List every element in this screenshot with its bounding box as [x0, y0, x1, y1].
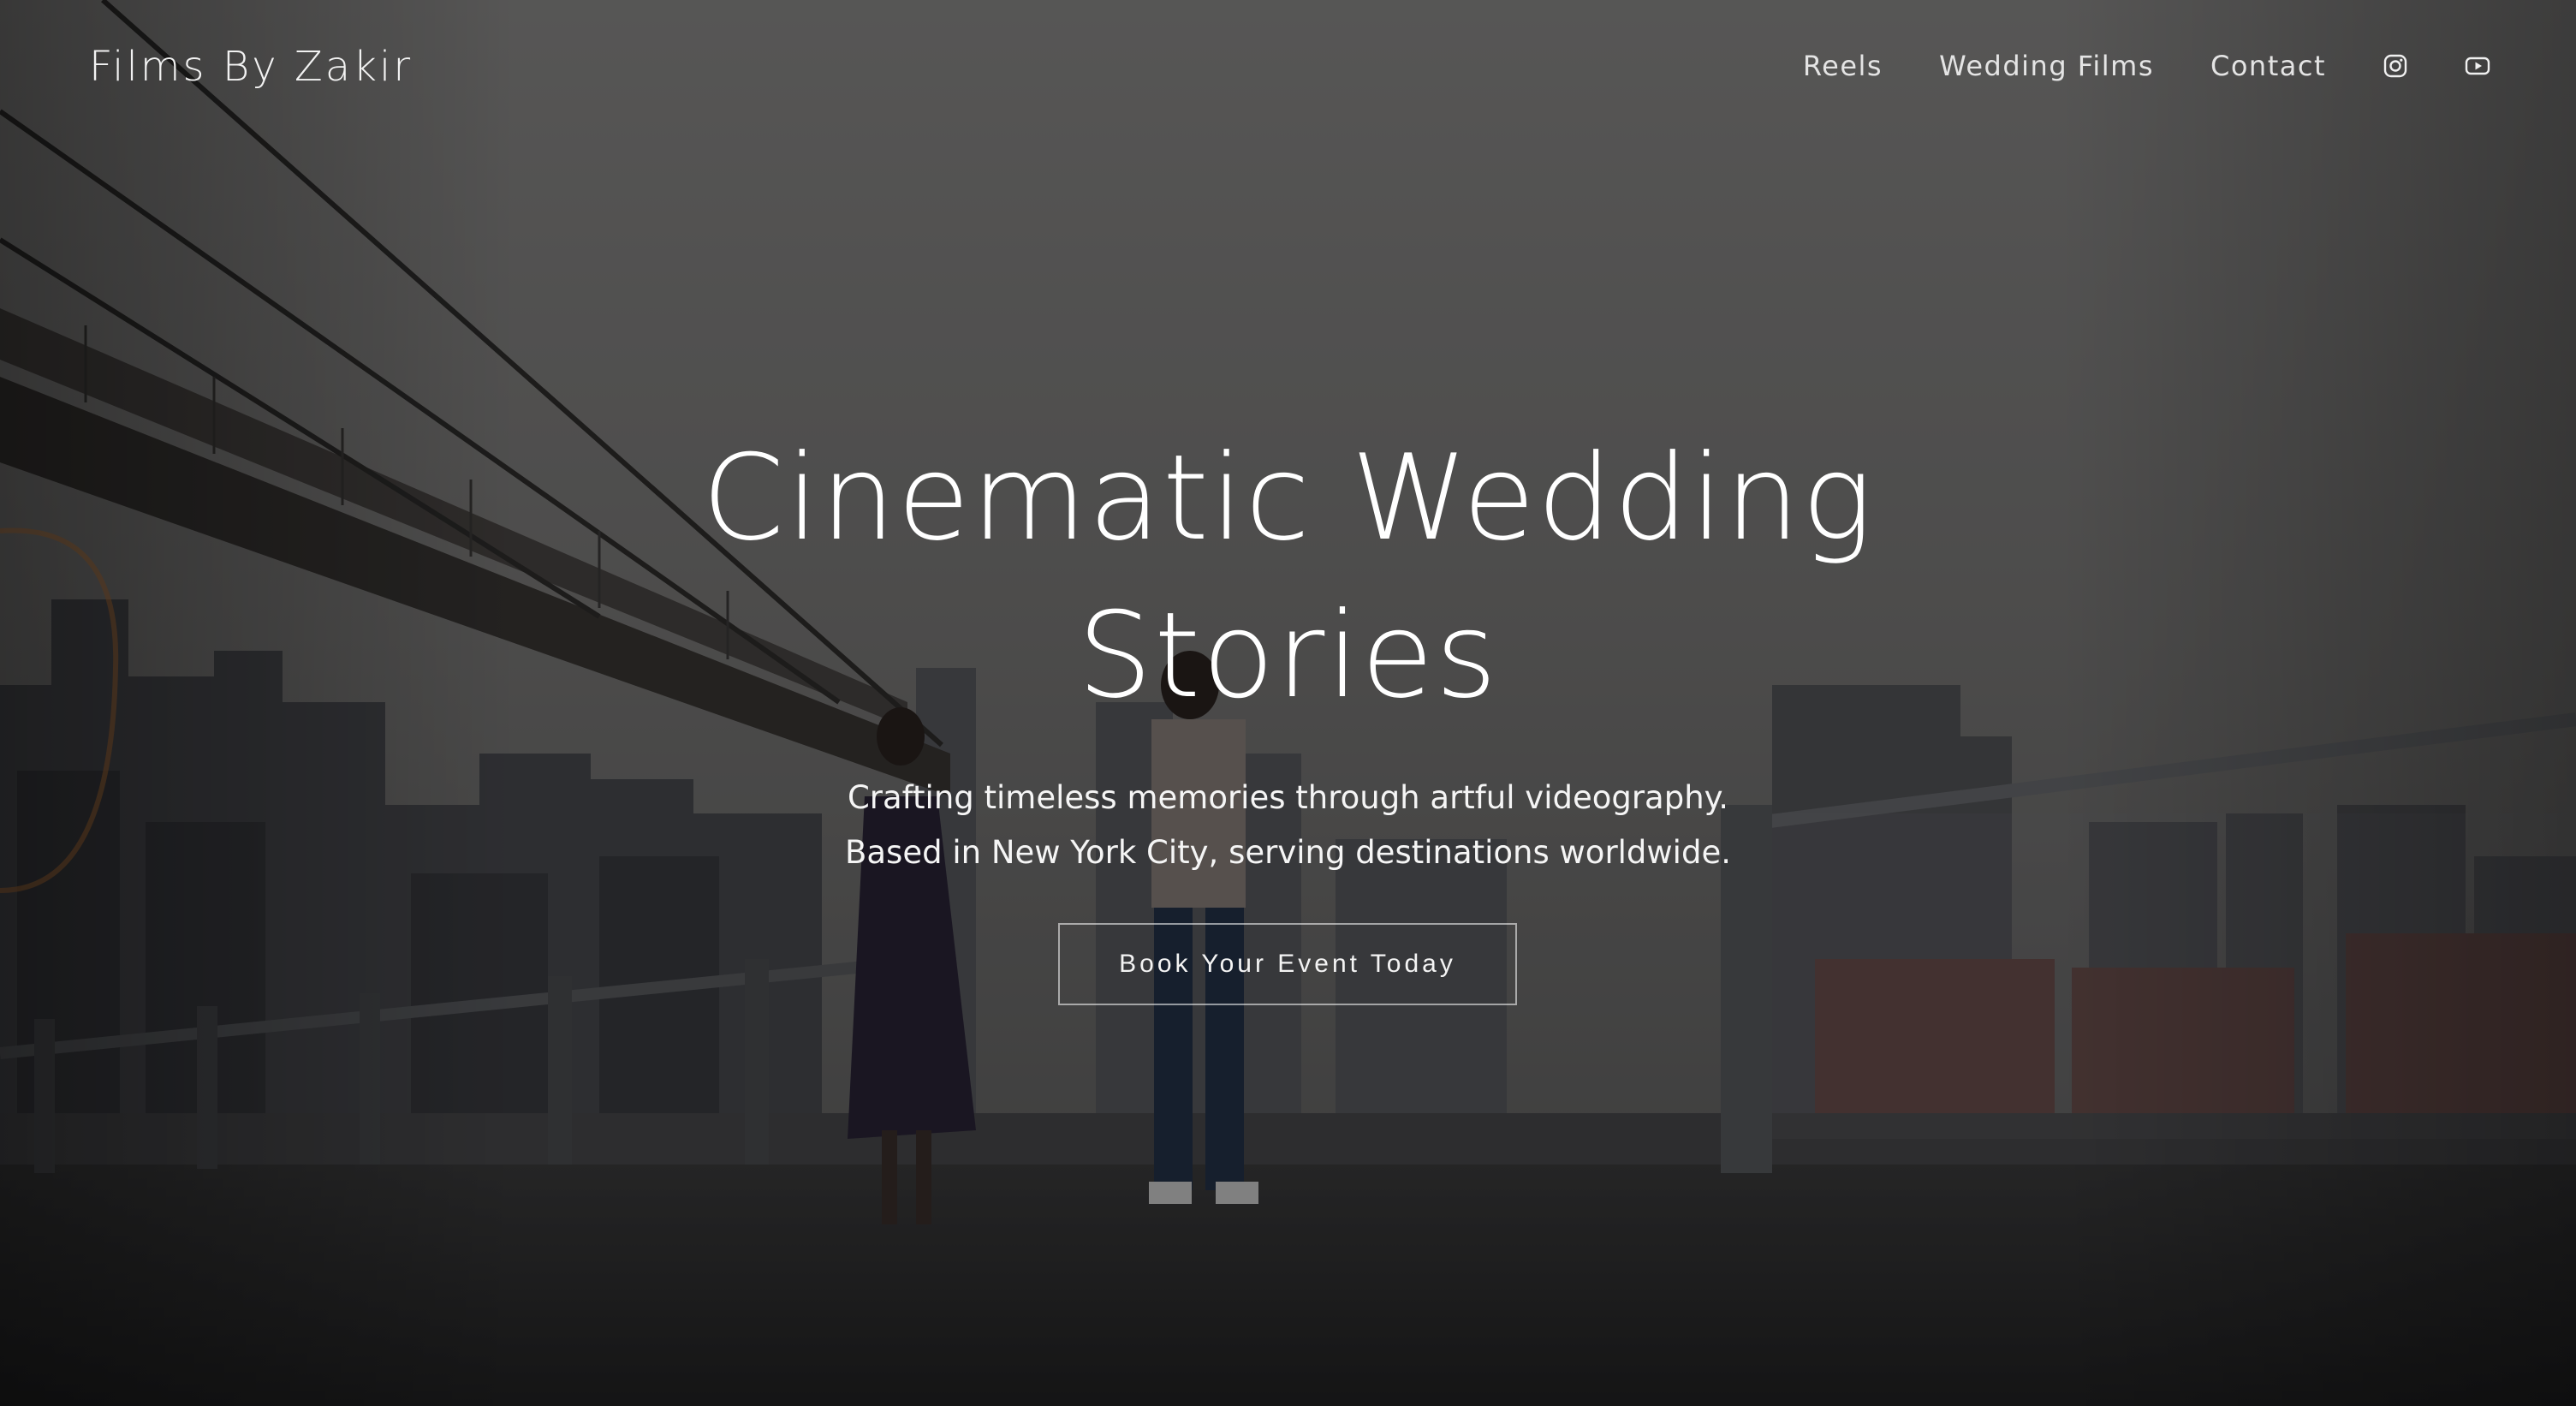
nav-link-wedding-films[interactable]: Wedding Films — [1939, 50, 2154, 82]
hero-subtitle-line-2: Based in New York City, serving destinat… — [845, 834, 1731, 871]
main-nav: Reels Wedding Films Contact — [1746, 50, 2490, 82]
hero-title-line-1: Cinematic Wedding — [701, 429, 1875, 567]
hero-subtitle: Crafting timeless memories through artfu… — [0, 771, 2576, 880]
book-event-button[interactable]: Book Your Event Today — [1058, 923, 1517, 1005]
youtube-icon[interactable] — [2465, 53, 2490, 79]
nav-link-reels[interactable]: Reels — [1803, 50, 1883, 82]
instagram-icon[interactable] — [2383, 53, 2408, 79]
hero-title-line-2: Stories — [1077, 587, 1499, 724]
site-logo-title[interactable]: Films By Zakir — [89, 43, 413, 91]
hero-title: Cinematic Wedding Stories — [646, 420, 1931, 735]
page: Films By Zakir Reels Wedding Films Conta… — [0, 0, 2576, 1406]
hero-section: Cinematic Wedding Stories Crafting timel… — [0, 420, 2576, 880]
hero-subtitle-line-1: Crafting timeless memories through artfu… — [847, 779, 1729, 816]
nav-link-contact[interactable]: Contact — [2210, 50, 2326, 82]
site-header: Films By Zakir Reels Wedding Films Conta… — [0, 0, 2576, 146]
